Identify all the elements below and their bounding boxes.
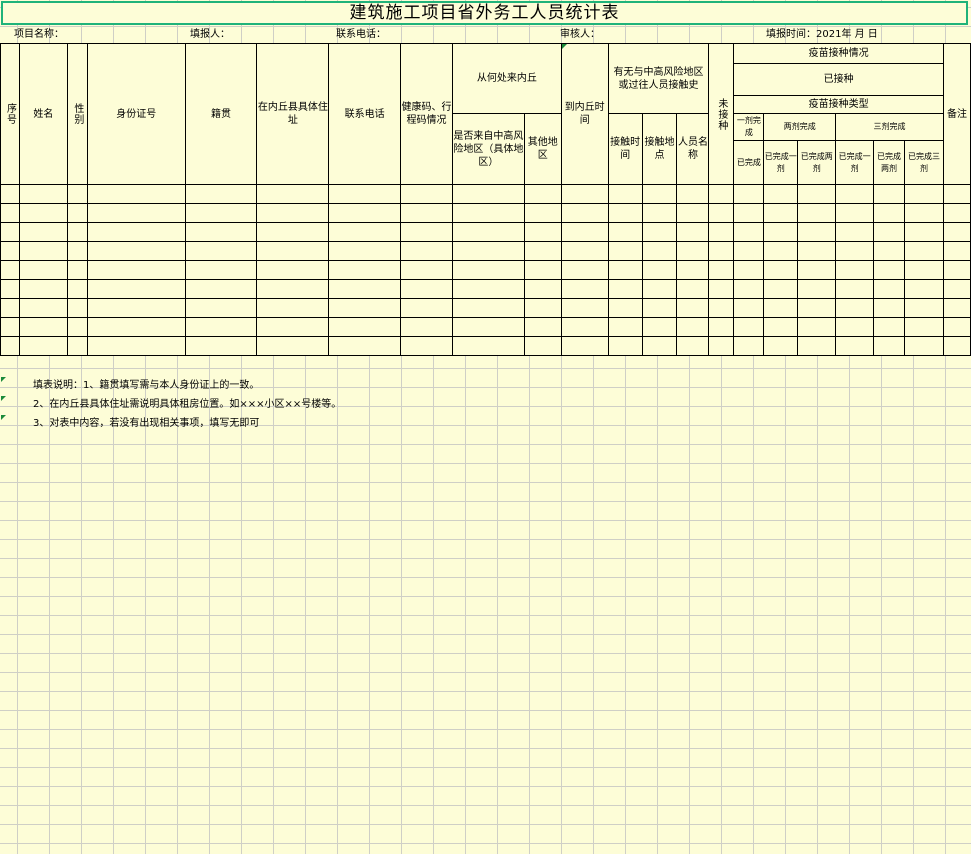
header-done-one-b[interactable]: 已完成一剂 — [835, 140, 875, 185]
instruction-note-1[interactable]: 填表说明：1、籍贯填写需与本人身份证上的一致。 — [33, 376, 259, 395]
table-row[interactable] — [0, 241, 971, 261]
header-contact-person[interactable]: 人员名称 — [676, 113, 710, 185]
header-gender[interactable]: 性别 — [66, 43, 88, 185]
header-one-dose[interactable]: 一剂完成 — [733, 113, 765, 141]
header-id-number[interactable]: 身份证号 — [86, 43, 186, 185]
header-arrival-time[interactable]: 到内丘时间 — [560, 43, 609, 185]
header-two-dose[interactable]: 两剂完成 — [763, 113, 837, 141]
comment-marker-icon — [562, 44, 567, 49]
table-row[interactable] — [0, 317, 971, 337]
table-row[interactable] — [0, 184, 971, 204]
header-origin[interactable]: 从何处来内丘 — [451, 43, 562, 114]
header-origin-other[interactable]: 其他地区 — [523, 113, 562, 185]
sheet-title[interactable]: 建筑施工项目省外务工人员统计表 — [1, 1, 968, 25]
table-row[interactable] — [0, 222, 971, 242]
header-done[interactable]: 已完成 — [733, 140, 765, 185]
header-seq[interactable]: 序号 — [0, 43, 20, 185]
worker-table: 序号 姓名 性别 身份证号 籍贯 在内丘县具体住址 联系电话 健康码、行程码情况… — [0, 43, 971, 356]
header-done-two-b[interactable]: 已完成两剂 — [873, 140, 905, 185]
table-row[interactable] — [0, 298, 971, 318]
comment-marker-icon — [1, 377, 6, 382]
header-origin-high-risk[interactable]: 是否来自中高风险地区（具体地区） — [451, 113, 525, 185]
comment-marker-icon — [1, 396, 6, 401]
header-contact-time[interactable]: 接触时间 — [607, 113, 643, 185]
header-vaccine-status[interactable]: 疫苗接种情况 — [733, 43, 944, 64]
header-address[interactable]: 在内丘县具体住址 — [256, 43, 330, 185]
reviewer-label[interactable]: 审核人： — [560, 27, 600, 43]
header-risk-contact[interactable]: 有无与中高风险地区或过往人员接触史 — [607, 43, 710, 114]
header-vaccinated[interactable]: 已接种 — [733, 63, 944, 96]
header-three-dose[interactable]: 三剂完成 — [835, 113, 944, 141]
project-name-label[interactable]: 项目名称： — [14, 27, 64, 43]
comment-marker-icon — [1, 415, 6, 420]
header-done-three[interactable]: 已完成三剂 — [904, 140, 944, 185]
filler-label[interactable]: 填报人： — [190, 27, 230, 43]
header-phone[interactable]: 联系电话 — [328, 43, 402, 185]
header-done-two[interactable]: 已完成两剂 — [797, 140, 837, 185]
table-row[interactable] — [0, 279, 971, 299]
table-row[interactable] — [0, 203, 971, 223]
table-row[interactable] — [0, 260, 971, 280]
instruction-note-2[interactable]: 2、在内丘县具体住址需说明具体租房位置。如×××小区××号楼等。 — [33, 395, 341, 414]
table-row[interactable] — [0, 336, 971, 356]
header-remarks[interactable]: 备注 — [942, 43, 971, 185]
header-contact-place[interactable]: 接触地点 — [641, 113, 678, 185]
fill-date-label[interactable]: 填报时间：2021年 月 日 — [766, 27, 878, 43]
header-health-code[interactable]: 健康码、行程码情况 — [400, 43, 453, 185]
header-done-one[interactable]: 已完成一剂 — [763, 140, 799, 185]
instruction-note-3[interactable]: 3、对表中内容，若没有出现相关事项，填写无即可 — [33, 414, 259, 433]
header-unvaccinated[interactable]: 未接种 — [708, 43, 735, 185]
header-vaccine-type[interactable]: 疫苗接种类型 — [733, 95, 944, 114]
header-native-place[interactable]: 籍贯 — [184, 43, 258, 185]
contact-phone-label[interactable]: 联系电话： — [336, 27, 386, 43]
header-name[interactable]: 姓名 — [18, 43, 68, 185]
